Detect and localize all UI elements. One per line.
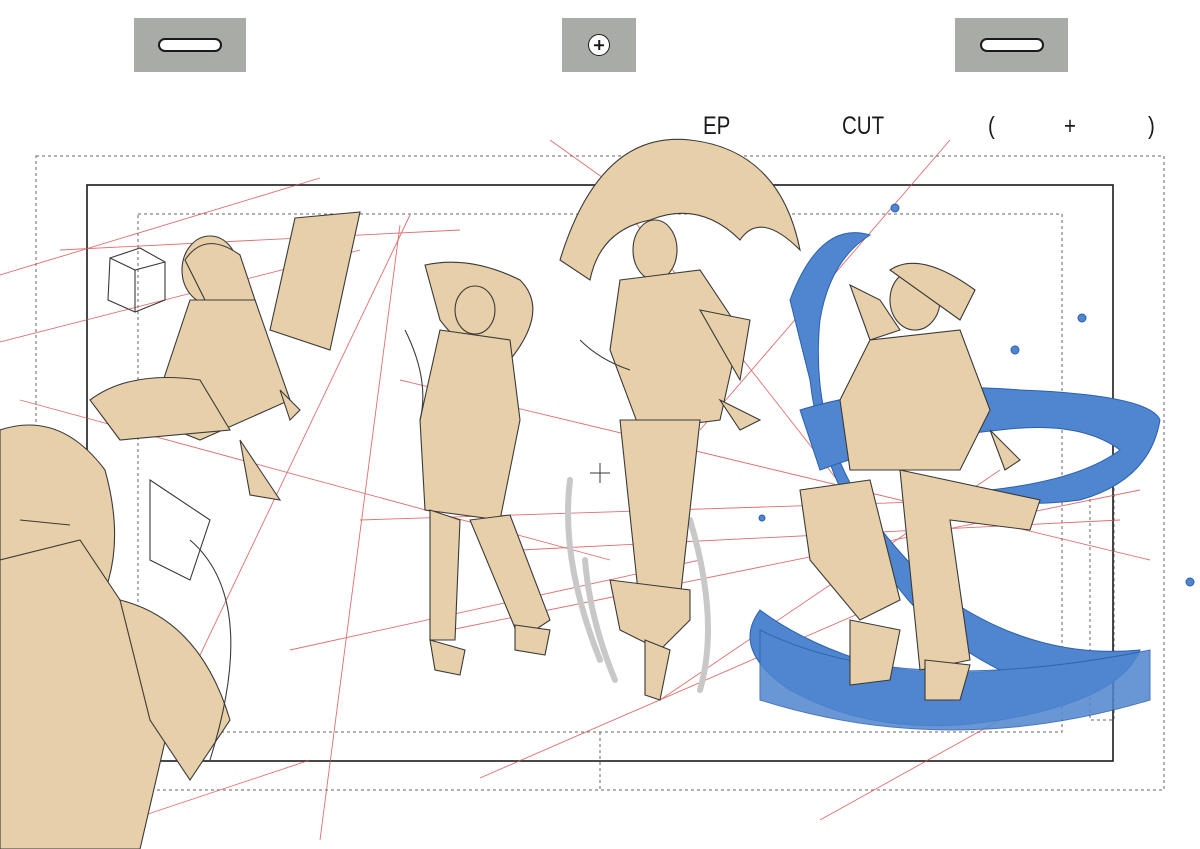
layout-sheet (0, 138, 1195, 849)
figure-hat-girl (404, 261, 551, 676)
figure-seated-girl (89, 211, 361, 501)
water-swirl (749, 203, 1195, 731)
figure-closeup-girl (0, 424, 232, 849)
center-crosshair-icon (590, 463, 610, 483)
figure-water-girl (749, 203, 1195, 731)
